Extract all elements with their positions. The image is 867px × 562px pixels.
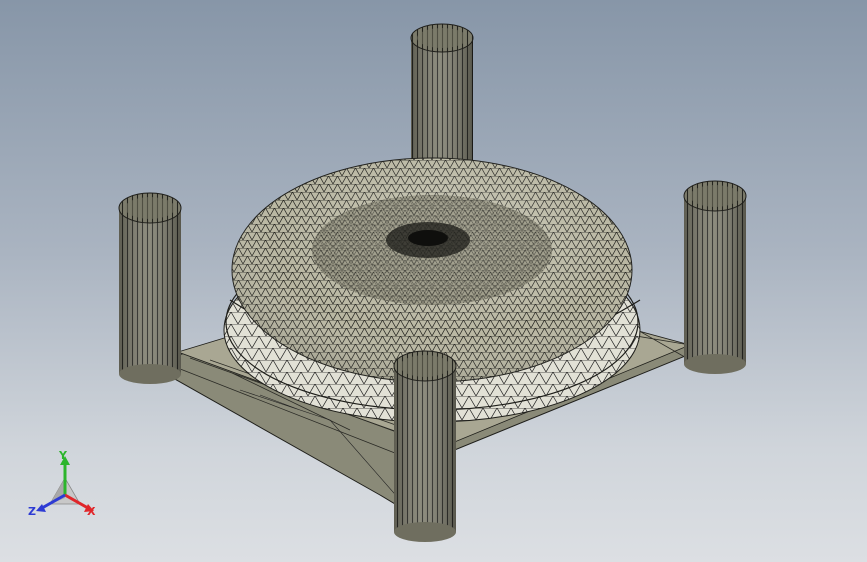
graphics-viewport[interactable]: Y X Z xyxy=(0,0,867,562)
left-post-cylinder xyxy=(118,192,182,384)
y-axis-label: Y xyxy=(59,449,67,462)
right-post-cylinder xyxy=(683,180,747,374)
mesh-model[interactable] xyxy=(0,0,867,562)
z-axis-label: Z xyxy=(28,505,36,518)
axis-triad[interactable]: Y X Z xyxy=(28,448,102,522)
x-axis-label: X xyxy=(87,505,96,518)
dome-surface xyxy=(231,157,633,383)
front-post-cylinder xyxy=(393,350,457,542)
